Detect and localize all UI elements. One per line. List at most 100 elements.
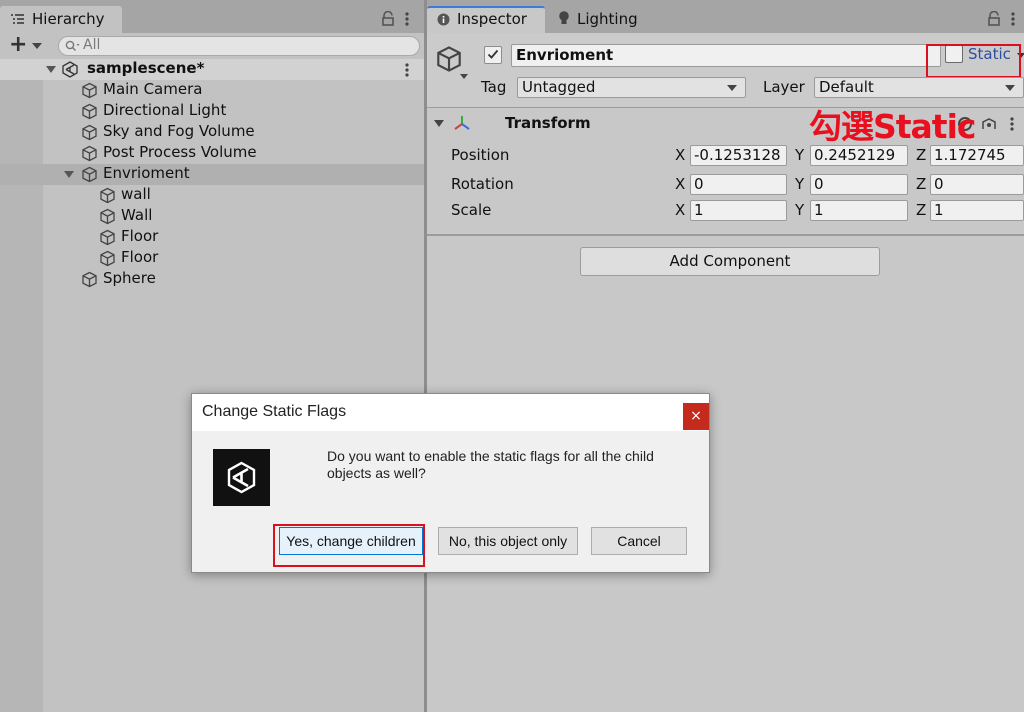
axis-y-label[interactable]: Y: [795, 175, 804, 193]
fold-arrow-icon[interactable]: [434, 120, 444, 127]
item-label: Sphere: [103, 269, 156, 287]
layer-dropdown[interactable]: Default: [814, 77, 1024, 98]
list-item[interactable]: Main Camera: [0, 80, 424, 101]
checkmark-icon: [487, 49, 499, 59]
axis-z-label[interactable]: Z: [916, 146, 926, 164]
rotation-row: Rotation X 0 Y 0 Z 0: [427, 173, 1024, 197]
object-name-field[interactable]: Envrioment: [511, 44, 941, 67]
axis-y-label[interactable]: Y: [795, 146, 804, 164]
yes-highlight-box: [273, 524, 425, 567]
position-x-field[interactable]: -0.1253128: [690, 145, 787, 166]
item-label: Floor: [121, 248, 159, 266]
gameobject-cube-icon: [81, 271, 98, 288]
close-button[interactable]: ×: [683, 403, 709, 430]
object-header: Envrioment Static Tag Untagged Layer Def…: [427, 33, 1024, 108]
info-icon: [437, 13, 450, 26]
scene-more-icon[interactable]: [405, 62, 409, 78]
chevron-down-icon: [727, 85, 737, 91]
preset-icon[interactable]: [980, 116, 998, 132]
component-divider: [427, 234, 1024, 236]
inspector-panel: Inspector Lighting Envrioment Static Tag…: [427, 0, 1024, 712]
scale-row: Scale X 1 Y 1 Z 1: [427, 199, 1024, 223]
list-item[interactable]: Floor: [0, 227, 424, 248]
active-checkbox[interactable]: [484, 46, 502, 64]
create-button[interactable]: +: [9, 32, 45, 57]
gameobject-cube-icon: [99, 187, 116, 204]
item-label: Floor: [121, 227, 159, 245]
gameobject-cube-icon: [81, 103, 98, 120]
property-name: Scale: [451, 201, 492, 219]
rotation-z-field[interactable]: 0: [930, 174, 1024, 195]
dialog-titlebar[interactable]: Change Static Flags ×: [192, 394, 709, 431]
transform-axis-icon: [454, 116, 470, 130]
more-options-icon[interactable]: [405, 11, 409, 27]
gameobject-cube-icon[interactable]: [435, 45, 463, 73]
position-row: Position X -0.1253128 Y 0.2452129 Z 1.17…: [427, 144, 1024, 168]
list-item[interactable]: Wall: [0, 206, 424, 227]
item-label: Post Process Volume: [103, 143, 257, 161]
gameobject-cube-icon: [81, 124, 98, 141]
rotation-y-field[interactable]: 0: [810, 174, 908, 195]
axis-z-label[interactable]: Z: [916, 201, 926, 219]
axis-z-label[interactable]: Z: [916, 175, 926, 193]
tab-inspector-label: Inspector: [457, 10, 527, 28]
tab-lighting-label: Lighting: [577, 10, 638, 28]
tab-hierarchy-label: Hierarchy: [32, 10, 105, 28]
change-static-flags-dialog: Change Static Flags × Do you want to ena…: [191, 393, 710, 573]
light-bulb-icon: [559, 11, 569, 24]
tab-hierarchy[interactable]: Hierarchy: [0, 6, 122, 33]
hierarchy-search-input[interactable]: All: [58, 36, 420, 56]
list-icon: [11, 14, 24, 24]
rotation-x-field[interactable]: 0: [690, 174, 787, 195]
scale-x-field[interactable]: 1: [690, 200, 787, 221]
property-name: Rotation: [451, 175, 514, 193]
more-options-icon[interactable]: [1010, 116, 1014, 132]
tag-label: Tag: [481, 78, 507, 96]
list-item[interactable]: Post Process Volume: [0, 143, 424, 164]
add-component-button[interactable]: Add Component: [580, 247, 880, 276]
cancel-button[interactable]: Cancel: [591, 527, 687, 555]
position-y-field[interactable]: 0.2452129: [810, 145, 908, 166]
more-options-icon[interactable]: [1011, 11, 1015, 27]
chevron-down-icon: [32, 43, 42, 49]
item-label: wall: [121, 185, 151, 203]
fold-arrow-icon[interactable]: [46, 66, 56, 73]
scene-row[interactable]: samplescene*: [0, 59, 424, 80]
hierarchy-panel: Hierarchy + All samplescene* Main Camera…: [0, 0, 424, 712]
axis-x-label[interactable]: X: [675, 175, 685, 193]
axis-x-label[interactable]: X: [675, 201, 685, 219]
hierarchy-tab-bar: Hierarchy: [0, 0, 424, 33]
scale-z-field[interactable]: 1: [930, 200, 1024, 221]
item-label: Main Camera: [103, 80, 203, 98]
tag-dropdown[interactable]: Untagged: [517, 77, 746, 98]
axis-y-label[interactable]: Y: [795, 201, 804, 219]
gameobject-cube-icon: [81, 145, 98, 162]
scale-y-field[interactable]: 1: [810, 200, 908, 221]
no-this-object-only-button[interactable]: No, this object only: [438, 527, 578, 555]
lock-icon[interactable]: [987, 11, 1001, 27]
scene-name: samplescene*: [87, 59, 205, 77]
property-name: Position: [451, 146, 510, 164]
list-item[interactable]: Sky and Fog Volume: [0, 122, 424, 143]
position-z-field[interactable]: 1.172745: [930, 145, 1024, 166]
list-item-selected[interactable]: Envrioment: [0, 164, 424, 185]
layer-label: Layer: [763, 78, 805, 96]
chevron-down-icon: [1005, 85, 1015, 91]
list-item[interactable]: Directional Light: [0, 101, 424, 122]
layer-value: Default: [819, 78, 874, 96]
fold-arrow-icon[interactable]: [64, 171, 74, 178]
gameobject-cube-icon: [81, 166, 98, 183]
tag-value: Untagged: [522, 78, 596, 96]
axis-x-label[interactable]: X: [675, 146, 685, 164]
list-item[interactable]: wall: [0, 185, 424, 206]
tab-lighting[interactable]: Lighting: [547, 6, 667, 33]
inspector-tab-bar: Inspector Lighting: [427, 0, 1024, 33]
tab-inspector[interactable]: Inspector: [427, 6, 545, 33]
hierarchy-toolbar: + All: [0, 32, 424, 59]
lock-icon[interactable]: [381, 11, 395, 27]
list-item[interactable]: Floor: [0, 248, 424, 269]
icon-dropdown-arrow-icon[interactable]: [460, 74, 468, 79]
plus-icon: +: [9, 32, 28, 57]
list-item[interactable]: Sphere: [0, 269, 424, 290]
search-placeholder: All: [83, 37, 101, 53]
